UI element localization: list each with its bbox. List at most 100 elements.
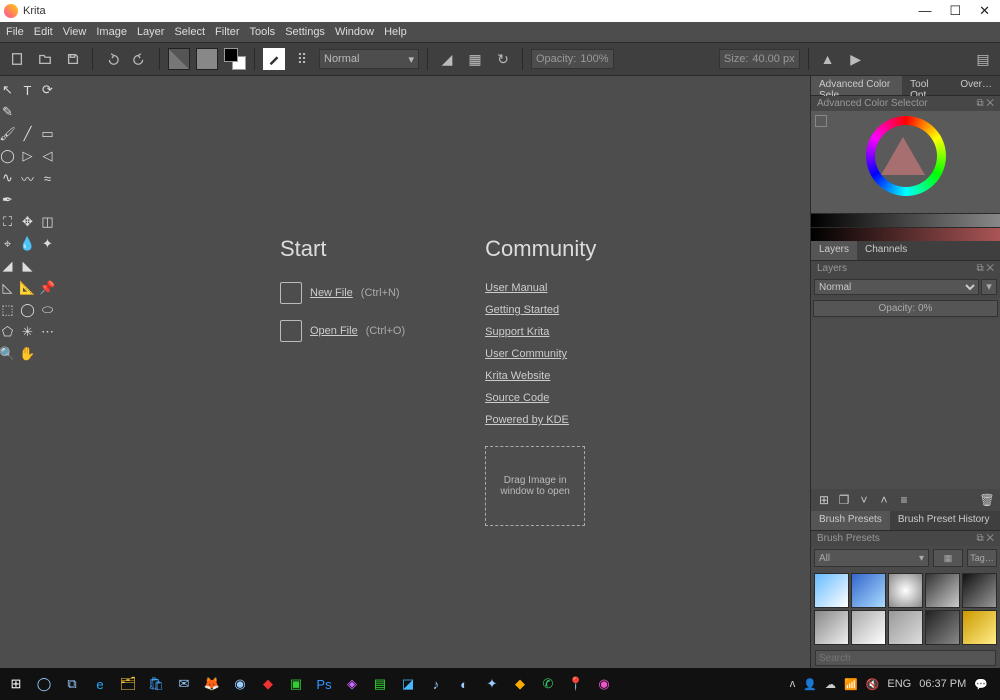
brush-tool-icon[interactable]: 🖌 — [0, 126, 16, 142]
gradient-swatch[interactable] — [168, 48, 190, 70]
freehand-tool-icon[interactable]: 〰 — [20, 170, 36, 186]
smart-patch-icon[interactable]: ✦ — [40, 236, 56, 252]
size-spinner[interactable]: Size: 40.00 px — [719, 49, 800, 69]
cortana-icon[interactable]: ◯ — [32, 672, 56, 696]
minimize-button[interactable]: — — [918, 3, 931, 19]
dynamic-brush-icon[interactable]: ≈ — [40, 170, 56, 186]
transform2-icon[interactable]: ◫ — [40, 214, 56, 230]
chrome-icon[interactable]: ◉ — [228, 672, 252, 696]
brush-preset[interactable] — [962, 610, 997, 645]
brush-preset[interactable] — [814, 573, 849, 608]
color-picker-icon[interactable]: ⌖ — [0, 236, 16, 252]
workspace-icon[interactable]: ▤ — [972, 48, 994, 70]
tray-onedrive-icon[interactable]: ☁ — [825, 678, 836, 691]
menu-settings[interactable]: Settings — [285, 26, 325, 38]
brush-editor-icon[interactable]: ⠿ — [291, 48, 313, 70]
pattern-swatch[interactable] — [196, 48, 218, 70]
dropper-icon[interactable]: 💧 — [20, 236, 36, 252]
blend-mode-select[interactable]: Normal▾ — [319, 49, 419, 69]
layers-panel-controls-icon[interactable]: ⧉ ✕ — [976, 263, 994, 274]
assist-tool-icon[interactable]: ◺ — [0, 280, 16, 296]
menu-help[interactable]: Help — [384, 26, 407, 38]
zoom-tool-icon[interactable]: 🔍 — [0, 346, 16, 362]
brush-preset[interactable] — [925, 610, 960, 645]
shade-slider-2[interactable] — [811, 227, 1000, 241]
app-icon-2[interactable]: ▣ — [284, 672, 308, 696]
firefox-icon[interactable]: 🦊 — [200, 672, 224, 696]
link-user-community[interactable]: User Community — [485, 348, 596, 360]
drop-zone[interactable]: Drag Image in window to open — [485, 446, 585, 526]
brush-preset[interactable] — [962, 573, 997, 608]
measure-tool-icon[interactable]: 📐 — [20, 280, 36, 296]
rect-tool-icon[interactable]: ▭ — [40, 126, 56, 142]
tab-overview[interactable]: Over… — [952, 76, 1000, 95]
store-icon[interactable]: 🛍 — [144, 672, 168, 696]
app-icon-1[interactable]: ◆ — [256, 672, 280, 696]
filter-icon[interactable]: ▾ — [981, 279, 997, 295]
brush-preset[interactable] — [851, 573, 886, 608]
start-menu-icon[interactable]: ⊞ — [4, 672, 28, 696]
app-icon-9[interactable]: ◆ — [508, 672, 532, 696]
tab-brush-history[interactable]: Brush Preset History — [890, 511, 998, 530]
new-file-link[interactable]: New File — [310, 287, 353, 299]
app-icon-6[interactable]: ♪ — [424, 672, 448, 696]
shade-slider-1[interactable] — [811, 213, 1000, 227]
menu-layer[interactable]: Layer — [137, 26, 165, 38]
brush-preset[interactable] — [814, 610, 849, 645]
app-icon-8[interactable]: ✦ — [480, 672, 504, 696]
tab-brush-presets[interactable]: Brush Presets — [811, 511, 890, 530]
brush-preset[interactable] — [851, 610, 886, 645]
open-doc-icon[interactable] — [34, 48, 56, 70]
reload-icon[interactable]: ↻ — [492, 48, 514, 70]
tray-notifications-icon[interactable]: 💬 — [974, 678, 988, 691]
menu-file[interactable]: File — [6, 26, 24, 38]
layer-blend-select[interactable]: Normal — [814, 279, 979, 295]
app-icon-7[interactable]: ◐ — [452, 672, 476, 696]
menu-image[interactable]: Image — [96, 26, 127, 38]
move-tool-icon[interactable]: ↖ — [0, 82, 16, 98]
reference-tool-icon[interactable]: 📌 — [40, 280, 56, 296]
similar-select-icon[interactable]: ⋯ — [40, 324, 56, 340]
menu-tools[interactable]: Tools — [250, 26, 276, 38]
open-file-link[interactable]: Open File — [310, 325, 358, 337]
task-view-icon[interactable]: ⧉ — [60, 672, 84, 696]
free-select-icon[interactable]: ⬭ — [40, 302, 56, 318]
properties-icon[interactable]: ≡ — [897, 493, 911, 507]
gradient-tool-icon[interactable]: ◣ — [20, 258, 36, 274]
brush-filter-select[interactable]: All▾ — [814, 549, 929, 567]
alpha-lock-icon[interactable]: ▦ — [464, 48, 486, 70]
tab-channels[interactable]: Channels — [857, 241, 915, 260]
undo-icon[interactable] — [101, 48, 123, 70]
delete-layer-icon[interactable]: 🗑 — [980, 493, 994, 507]
pan-tool-icon[interactable]: ✋ — [20, 346, 36, 362]
brush-tag-button[interactable]: Tag… — [967, 549, 997, 567]
menu-filter[interactable]: Filter — [215, 26, 239, 38]
tab-tool-options[interactable]: Tool Opt… — [902, 76, 952, 95]
ellipse-tool-icon[interactable]: ◯ — [0, 148, 16, 164]
link-user-manual[interactable]: User Manual — [485, 282, 596, 294]
link-powered-by-kde[interactable]: Powered by KDE — [485, 414, 596, 426]
text-tool-icon[interactable]: T — [20, 82, 36, 98]
edge-icon[interactable]: e — [88, 672, 112, 696]
app-icon-4[interactable]: ▤ — [368, 672, 392, 696]
polyline-tool-icon[interactable]: ◁ — [40, 148, 56, 164]
rect-select-icon[interactable]: ⬚ — [0, 302, 16, 318]
poly-select-icon[interactable]: ⬠ — [0, 324, 16, 340]
mail-icon[interactable]: ✉ — [172, 672, 196, 696]
fill-tool-icon[interactable]: ◢ — [0, 258, 16, 274]
link-source-code[interactable]: Source Code — [485, 392, 596, 404]
contig-select-icon[interactable]: ✳ — [20, 324, 36, 340]
brush-view-icon[interactable]: ▦ — [933, 549, 963, 567]
close-button[interactable]: ✕ — [979, 3, 990, 19]
eraser-icon[interactable]: ◢ — [436, 48, 458, 70]
opacity-spinner[interactable]: Opacity: 100% — [531, 49, 614, 69]
brush-preset[interactable] — [925, 573, 960, 608]
menu-edit[interactable]: Edit — [34, 26, 53, 38]
edit-shapes-icon[interactable]: ✎ — [0, 104, 16, 120]
tray-volume-icon[interactable]: 🔇 — [866, 678, 880, 691]
tray-chevron-icon[interactable]: ʌ — [790, 678, 796, 690]
panel-float-icon[interactable]: ⧉ ✕ — [976, 98, 994, 109]
explorer-icon[interactable]: 🗂 — [116, 672, 140, 696]
mirror-h-icon[interactable]: ▲ — [817, 48, 839, 70]
duplicate-layer-icon[interactable]: ❐ — [837, 493, 851, 507]
